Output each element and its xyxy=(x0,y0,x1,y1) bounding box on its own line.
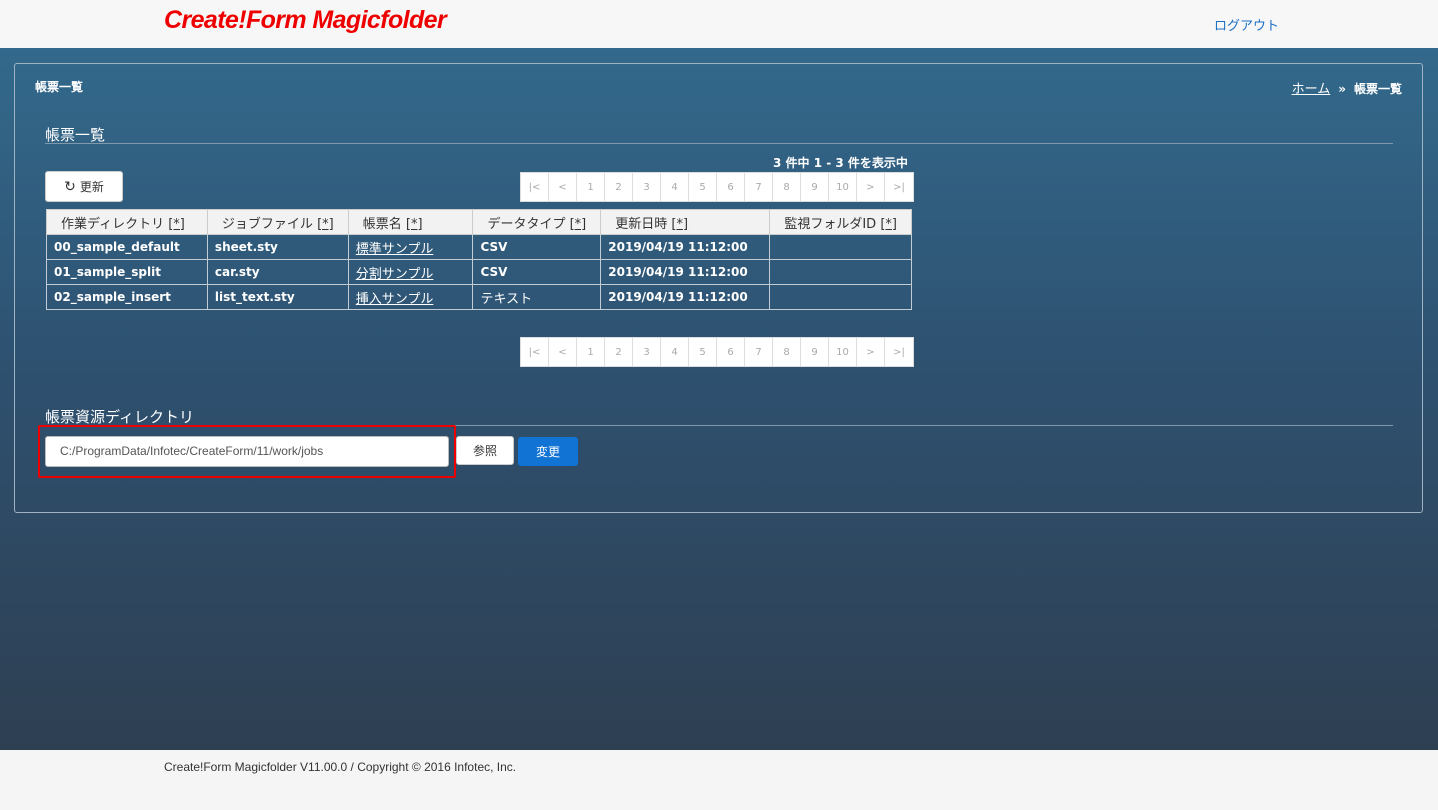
copyright-text: Create!Form Magicfolder V11.00.0 / Copyr… xyxy=(164,760,517,774)
forms-section-title: 帳票一覧 xyxy=(45,126,106,144)
pager-first-button[interactable]: |< xyxy=(521,338,549,366)
refresh-button-label: 更新 xyxy=(79,180,104,194)
form-name-link[interactable]: 標準サンプル xyxy=(347,234,474,260)
sort-marker: [*] xyxy=(168,216,185,232)
sort-marker: [*] xyxy=(671,216,689,232)
pager-page-button[interactable]: 2 xyxy=(605,338,633,366)
cell-updated: 2019/04/19 11:12:00 xyxy=(600,234,771,260)
cell-watch-folder-id xyxy=(769,284,912,310)
pager-prev-button[interactable]: < xyxy=(549,338,577,366)
pagination-top: |< < 1 2 3 4 5 6 7 8 9 10 > >| xyxy=(520,172,914,202)
column-header-form-name[interactable]: 帳票名 [*] xyxy=(347,209,474,235)
resource-section-title: 帳票資源ディレクトリ xyxy=(45,408,194,426)
pager-page-button[interactable]: 6 xyxy=(717,173,745,201)
cell-job-file: list_text.sty xyxy=(206,284,349,310)
section-divider xyxy=(45,143,1393,144)
sort-marker: [*] xyxy=(405,216,423,232)
column-header-watch-folder-id[interactable]: 監視フォルダID [*] xyxy=(769,209,912,235)
pager-page-button[interactable]: 5 xyxy=(689,173,717,201)
pager-page-button[interactable]: 9 xyxy=(801,173,829,201)
breadcrumb: ホーム » 帳票一覧 xyxy=(1292,78,1402,97)
cell-directory: 00_sample_default xyxy=(46,234,208,260)
pager-page-button[interactable]: 1 xyxy=(577,173,605,201)
cell-watch-folder-id xyxy=(769,259,912,285)
content-panel: 帳票一覧 ホーム » 帳票一覧 帳票一覧 3 件中 1 - 3 件を表示中 ↻ 更新… xyxy=(14,63,1423,513)
cell-data-type: テキスト xyxy=(472,284,602,310)
pager-last-button[interactable]: >| xyxy=(885,338,913,366)
change-button[interactable]: 変更 xyxy=(518,437,578,466)
page-title: 帳票一覧 xyxy=(35,80,84,94)
pager-next-button[interactable]: > xyxy=(857,173,885,201)
pager-page-button[interactable]: 3 xyxy=(633,173,661,201)
pager-page-button[interactable]: 5 xyxy=(689,338,717,366)
app-logo: Create!Form Magicfolder xyxy=(164,6,447,34)
column-header-directory[interactable]: 作業ディレクトリ [*] xyxy=(46,209,208,235)
breadcrumb-separator: » xyxy=(1338,82,1346,96)
pager-page-button[interactable]: 7 xyxy=(745,338,773,366)
cell-job-file: sheet.sty xyxy=(206,234,349,260)
column-header-job-file[interactable]: ジョブファイル [*] xyxy=(206,209,349,235)
pager-page-button[interactable]: 4 xyxy=(661,338,689,366)
pager-page-button[interactable]: 7 xyxy=(745,173,773,201)
pager-last-button[interactable]: >| xyxy=(885,173,913,201)
resource-directory-input[interactable]: C:/ProgramData/Infotec/CreateForm/11/wor… xyxy=(45,436,449,467)
cell-job-file: car.sty xyxy=(206,259,349,285)
main-area: 帳票一覧 ホーム » 帳票一覧 帳票一覧 3 件中 1 - 3 件を表示中 ↻ 更新… xyxy=(0,48,1438,750)
forms-table: 作業ディレクトリ [*] ジョブファイル [*] 帳票名 [*] データタイプ … xyxy=(46,209,912,310)
pager-first-button[interactable]: |< xyxy=(521,173,549,201)
pager-page-button[interactable]: 4 xyxy=(661,173,689,201)
sort-marker: [*] xyxy=(880,216,897,232)
breadcrumb-home-link[interactable]: ホーム xyxy=(1292,82,1331,97)
pager-page-button[interactable]: 3 xyxy=(633,338,661,366)
footer: Create!Form Magicfolder V11.00.0 / Copyr… xyxy=(0,750,1438,810)
form-name-link[interactable]: 分割サンプル xyxy=(347,259,474,285)
sort-marker: [*] xyxy=(569,216,587,232)
pager-page-button[interactable]: 8 xyxy=(773,338,801,366)
table-row: 00_sample_default sheet.sty 標準サンプル CSV 2… xyxy=(46,234,912,260)
cell-updated: 2019/04/19 11:12:00 xyxy=(600,284,771,310)
column-header-data-type[interactable]: データタイプ [*] xyxy=(472,209,602,235)
pager-page-button[interactable]: 9 xyxy=(801,338,829,366)
table-row: 01_sample_split car.sty 分割サンプル CSV 2019/… xyxy=(46,259,912,285)
refresh-icon: ↻ xyxy=(64,178,76,195)
cell-updated: 2019/04/19 11:12:00 xyxy=(600,259,771,285)
column-header-updated[interactable]: 更新日時 [*] xyxy=(600,209,771,235)
refresh-button[interactable]: ↻ 更新 xyxy=(45,171,123,202)
cell-data-type: CSV xyxy=(472,259,602,285)
pager-page-button[interactable]: 1 xyxy=(577,338,605,366)
pager-page-button[interactable]: 10 xyxy=(829,173,857,201)
pager-next-button[interactable]: > xyxy=(857,338,885,366)
top-bar: Create!Form Magicfolder ログアウト xyxy=(0,0,1438,48)
cell-directory: 01_sample_split xyxy=(46,259,208,285)
form-name-link[interactable]: 挿入サンプル xyxy=(347,284,474,310)
sort-marker: [*] xyxy=(317,216,334,232)
pager-page-button[interactable]: 10 xyxy=(829,338,857,366)
cell-watch-folder-id xyxy=(769,234,912,260)
pagination-bottom: |< < 1 2 3 4 5 6 7 8 9 10 > >| xyxy=(520,337,914,367)
result-count: 3 件中 1 - 3 件を表示中 xyxy=(773,156,908,170)
cell-directory: 02_sample_insert xyxy=(46,284,208,310)
logout-link[interactable]: ログアウト xyxy=(1214,15,1279,34)
pager-page-button[interactable]: 8 xyxy=(773,173,801,201)
table-row: 02_sample_insert list_text.sty 挿入サンプル テキ… xyxy=(46,284,912,310)
browse-button[interactable]: 参照 xyxy=(456,436,514,465)
pager-page-button[interactable]: 6 xyxy=(717,338,745,366)
table-header-row: 作業ディレクトリ [*] ジョブファイル [*] 帳票名 [*] データタイプ … xyxy=(46,209,912,235)
section-divider xyxy=(45,425,1393,426)
pager-prev-button[interactable]: < xyxy=(549,173,577,201)
cell-data-type: CSV xyxy=(472,234,602,260)
breadcrumb-current: 帳票一覧 xyxy=(1353,82,1402,96)
pager-page-button[interactable]: 2 xyxy=(605,173,633,201)
